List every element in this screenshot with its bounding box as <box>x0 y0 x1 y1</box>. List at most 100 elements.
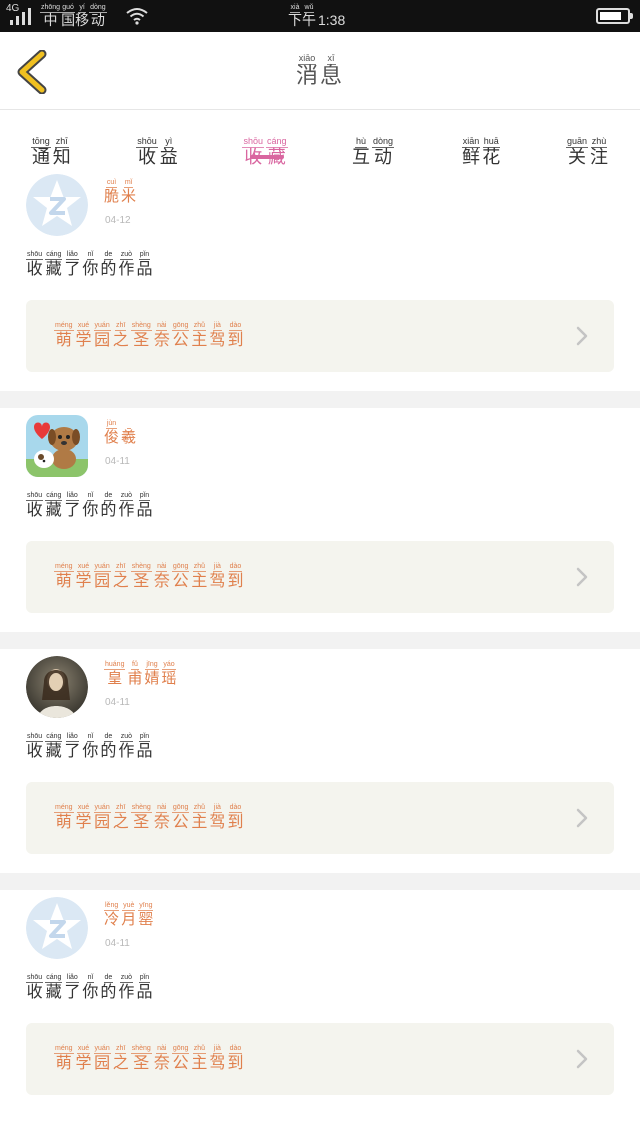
pinyin-char: xiān 鲜 <box>461 137 481 167</box>
puppy-cartoon-avatar[interactable] <box>26 415 88 477</box>
hanzi: 作 <box>118 741 135 760</box>
user-nickname[interactable]: cuì 脆 mǐ 米 <box>104 179 138 204</box>
battery-tip <box>630 13 633 19</box>
pinyin-char: zhī 知 <box>53 137 71 167</box>
pinyin-char: jùn 俊 <box>104 420 119 445</box>
tab-following[interactable]: guān 关 zhù 注 <box>546 119 630 167</box>
pinyin: cáng <box>45 974 63 983</box>
qq-default-avatar[interactable] <box>26 897 88 959</box>
pinyin-char: xué 学 <box>76 563 92 589</box>
work-link[interactable]: méng 萌 xué 学 yuán 园 zhī 之 shèng 圣 nài 奈 gōng 公 zhǔ 主 jià… <box>26 541 614 613</box>
pinyin-char: yì 益 <box>160 137 178 167</box>
hanzi: 公 <box>172 1053 189 1072</box>
hanzi: 甫 <box>127 669 143 687</box>
hanzi: 品 <box>136 741 153 760</box>
hanzi: 的 <box>100 741 117 760</box>
hanzi: 公 <box>172 812 189 831</box>
hanzi: 作 <box>118 259 135 278</box>
card-separator <box>0 632 640 649</box>
pinyin: zhù <box>590 136 607 148</box>
tab-flowers[interactable]: xiān 鲜 huā 花 <box>440 119 524 167</box>
hanzi: 中 <box>43 13 58 29</box>
pinyin: shōu <box>26 492 44 501</box>
message-card: lěng 冷 yuè 月 yīng 罂 04-11 shōu 收 cáng 藏 liǎo 了 nǐ 你 d… <box>0 890 640 1114</box>
pinyin-char: zhī 之 <box>113 804 129 830</box>
hanzi: 萌 <box>55 330 72 349</box>
pinyin: méng <box>54 804 74 813</box>
pinyin: de <box>103 974 114 983</box>
pinyin: zuò <box>119 251 134 260</box>
pinyin-char: yí 移 <box>75 4 89 28</box>
pinyin-char: zhù 注 <box>590 137 608 167</box>
pinyin: méng <box>54 322 74 331</box>
pinyin: shōu <box>26 974 44 983</box>
photo-avatar[interactable] <box>26 656 88 718</box>
clock: xià 下 wǔ 午 1:38 <box>288 4 345 28</box>
hanzi: 注 <box>590 147 609 168</box>
card-separator <box>0 391 640 408</box>
work-link[interactable]: méng 萌 xué 学 yuán 园 zhī 之 shèng 圣 nài 奈 gōng 公 zhǔ 主 jià… <box>26 1023 614 1095</box>
pinyin: xué <box>76 322 91 331</box>
user-nickname[interactable]: jùn 俊 羲 <box>104 420 138 445</box>
pinyin: cáng <box>45 733 63 742</box>
qq-default-avatar[interactable] <box>26 174 88 236</box>
pinyin: de <box>103 492 114 501</box>
hanzi: 奈 <box>153 1053 170 1072</box>
hanzi: 移 <box>75 13 90 29</box>
pinyin: tōng <box>31 136 51 148</box>
hanzi: 品 <box>136 982 153 1001</box>
pinyin-char: tōng 通 <box>31 137 51 167</box>
hanzi: 园 <box>94 571 111 590</box>
pinyin: xià <box>289 4 301 13</box>
pinyin: yuán <box>93 563 111 572</box>
pinyin-char: fǔ 甫 <box>127 661 142 686</box>
pinyin-char: zuò 作 <box>118 251 134 277</box>
pinyin-char: xià 下 <box>288 4 302 28</box>
hanzi: 婧 <box>144 669 160 687</box>
pinyin: yáo <box>162 661 176 670</box>
pinyin-char: shōu收 <box>26 974 44 1000</box>
message-date: 04-11 <box>105 938 130 949</box>
hanzi: 收 <box>26 259 43 278</box>
pinyin: nǐ <box>86 974 95 983</box>
message-text: shōu 收 cáng 藏 liǎo 了 nǐ 你 de 的 zuò 作 pǐn 品 <box>26 733 154 759</box>
work-title: méng 萌 xué 学 yuán 园 zhī 之 shèng 圣 nài 奈 gōng 公 zhǔ 主 jià… <box>54 322 245 348</box>
hanzi: 益 <box>159 147 178 168</box>
pinyin-char: yáo 瑶 <box>162 661 177 686</box>
user-nickname[interactable]: lěng 冷 yuè 月 yīng 罂 <box>104 902 155 927</box>
hanzi: 园 <box>94 330 111 349</box>
pinyin: shōu <box>136 136 158 148</box>
tab-favorites[interactable]: shōu收cáng藏 <box>224 119 308 167</box>
pinyin-char: zhǔ 主 <box>191 563 207 589</box>
hanzi: 驾 <box>209 571 226 590</box>
message-card: jùn 俊 羲 04-11 shōu 收 cáng 藏 liǎo 了 nǐ 你 de 的 zuò 作 pǐ… <box>0 408 640 649</box>
tab-notice[interactable]: tōng 通 zhī 知 <box>10 119 94 167</box>
pinyin: zhī <box>115 1045 127 1054</box>
work-link[interactable]: méng 萌 xué 学 yuán 园 zhī 之 shèng 圣 nài 奈 gōng 公 zhǔ 主 jià… <box>26 300 614 372</box>
work-link[interactable]: méng 萌 xué 学 yuán 园 zhī 之 shèng 圣 nài 奈 gōng 公 zhǔ 主 jià… <box>26 782 614 854</box>
pinyin-char: liǎo 了 <box>64 974 80 1000</box>
pinyin: méng <box>54 1045 74 1054</box>
message-list: cuì 脆 mǐ 米 04-12 shōu 收 cáng 藏 liǎo 了 nǐ 你 de 的 zuò 作 p… <box>0 167 640 1114</box>
pinyin-char: gōng 公 <box>171 1045 190 1072</box>
tab-interaction[interactable]: hù 互 dòng 动 <box>332 119 416 167</box>
hanzi: 你 <box>82 259 99 278</box>
tab-earnings[interactable]: shōu 收 yì 益 <box>116 119 200 167</box>
pinyin-char: de 的 <box>100 251 116 277</box>
pinyin: dào <box>228 1045 242 1054</box>
pinyin-char: shōu收 <box>136 137 158 167</box>
pinyin-char: dòng 动 <box>371 137 395 167</box>
pinyin: dòng <box>89 4 107 13</box>
pinyin: shōu <box>26 733 44 742</box>
chevron-right-icon <box>576 567 588 587</box>
hanzi: 花 <box>482 147 501 168</box>
pinyin-char: xué 学 <box>76 1045 92 1071</box>
hanzi: 关 <box>568 147 586 168</box>
hanzi: 品 <box>136 500 153 519</box>
pinyin-char: méng 萌 <box>54 322 74 348</box>
hanzi: 到 <box>227 812 244 831</box>
pinyin-char: zuò 作 <box>118 733 134 759</box>
message-date: 04-11 <box>105 456 130 467</box>
user-nickname[interactable]: huáng 皇 fǔ 甫 jīng 婧 yáo 瑶 <box>104 661 179 686</box>
pinyin-char: zhī 之 <box>113 563 129 589</box>
